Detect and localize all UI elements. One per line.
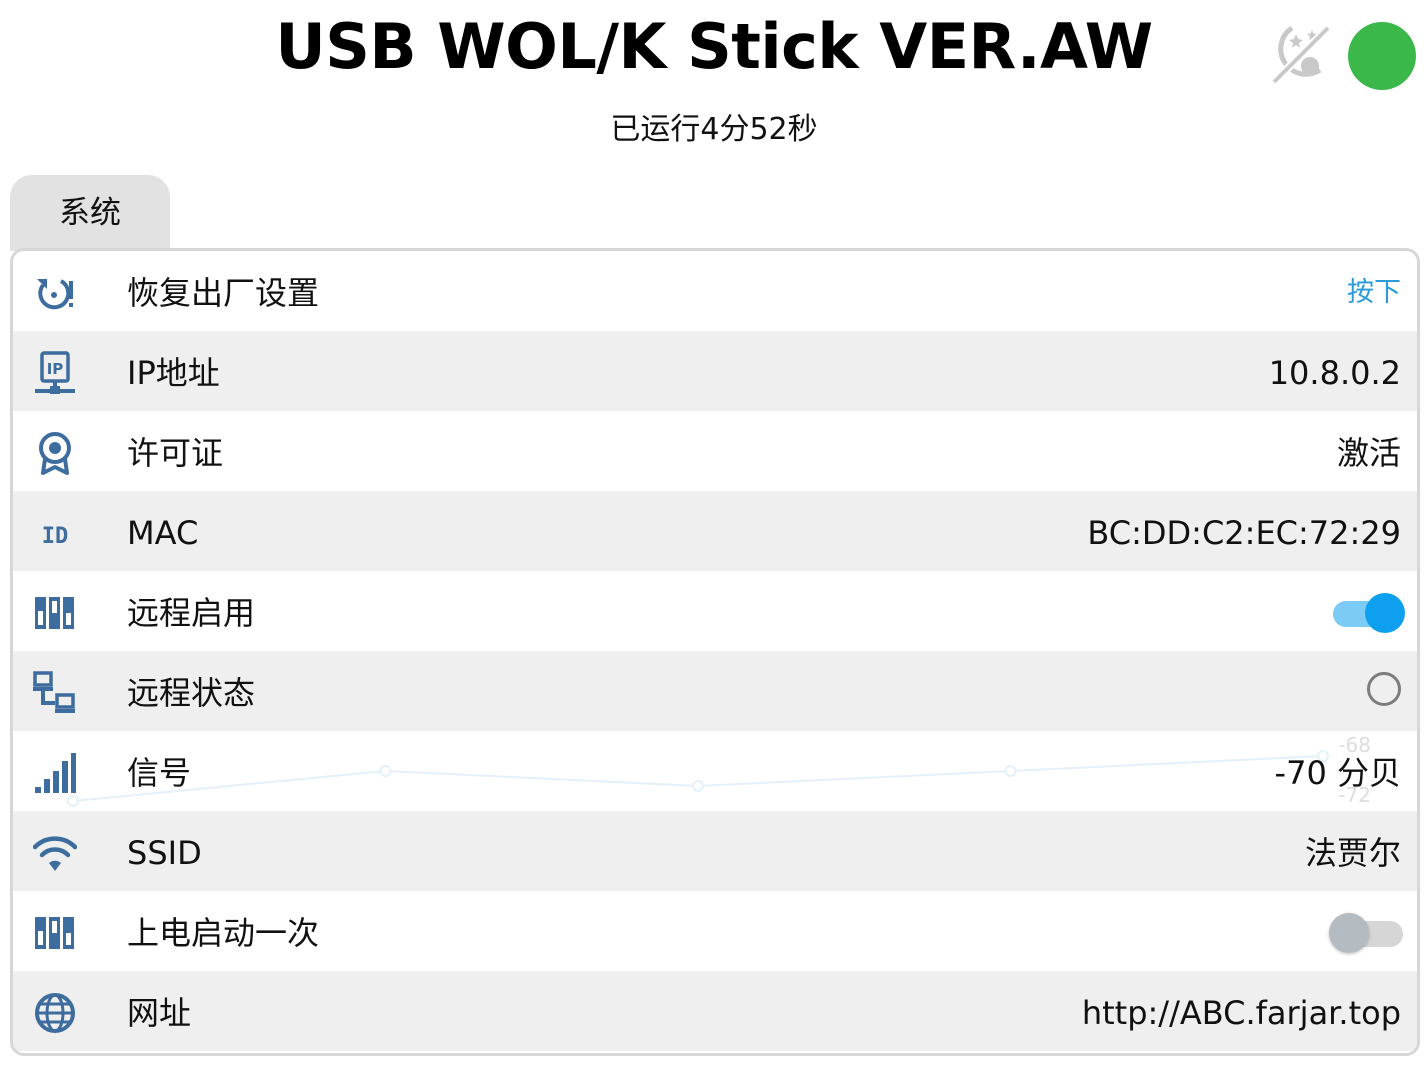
remote-status-indicator <box>1367 672 1401 706</box>
mac-value: BC:DD:C2:EC:72:29 <box>1087 514 1401 552</box>
sparkline-point <box>1004 765 1017 777</box>
night-mode-off-icon[interactable] <box>1266 20 1336 90</box>
sparkline-point <box>67 795 79 807</box>
header: USB WOL/K Stick VER.AW 已运行4分52秒 <box>0 0 1428 170</box>
row-factory-reset: 恢复出厂设置 按下 <box>13 251 1417 331</box>
row-label: IP地址 <box>127 354 220 392</box>
row-label: 网址 <box>127 994 192 1032</box>
id-icon: ID <box>33 511 77 555</box>
svg-text:ID: ID <box>42 524 69 549</box>
ip-address-value: 10.8.0.2 <box>1268 354 1401 392</box>
row-label: SSID <box>127 834 202 872</box>
row-ip-address: IP IP地址 10.8.0.2 <box>13 331 1417 411</box>
row-label: 信号 <box>127 754 192 792</box>
signal-bars-icon <box>33 751 77 795</box>
svg-text:IP: IP <box>47 360 64 378</box>
license-value: 激活 <box>1336 434 1401 472</box>
power-on-boot-toggle[interactable] <box>1329 913 1405 953</box>
row-remote-enable: 远程启用 <box>13 571 1417 651</box>
row-url: 网址 http://ABC.farjar.top <box>13 971 1417 1051</box>
toggle-knob <box>1365 593 1405 633</box>
row-license: 许可证 激活 <box>13 411 1417 491</box>
ip-network-icon: IP <box>33 351 77 395</box>
signal-value: -70 分贝 <box>1274 754 1401 792</box>
row-signal: -68 -72 信号 -70 分贝 <box>13 731 1417 811</box>
settings-panel: 恢复出厂设置 按下 IP IP地址 10.8.0.2 许可证 激活 ID MAC… <box>10 248 1420 1056</box>
row-label: 远程状态 <box>127 674 256 712</box>
factory-reset-button[interactable]: 按下 <box>1347 251 1401 335</box>
page-title: USB WOL/K Stick VER.AW <box>275 10 1153 83</box>
row-label: 上电启动一次 <box>127 914 320 952</box>
certificate-icon <box>33 431 77 475</box>
row-label: 远程启用 <box>127 594 256 632</box>
row-label: 许可证 <box>127 434 224 472</box>
tab-system[interactable]: 系统 <box>10 175 170 251</box>
row-mac: ID MAC BC:DD:C2:EC:72:29 <box>13 491 1417 571</box>
connection-status-dot <box>1348 22 1416 90</box>
panel-icon <box>33 591 77 635</box>
toggle-knob <box>1329 913 1369 953</box>
signal-sparkline <box>67 750 1329 807</box>
panel-icon <box>33 911 77 955</box>
row-power-on-boot: 上电启动一次 <box>13 891 1417 971</box>
sparkline-point <box>379 765 392 777</box>
sparkline-point <box>692 780 704 792</box>
row-ssid: SSID 法贾尔 <box>13 811 1417 891</box>
row-label: MAC <box>127 514 199 552</box>
globe-icon <box>33 991 77 1035</box>
wifi-icon <box>32 831 78 875</box>
reset-icon <box>33 271 77 315</box>
row-label: 恢复出厂设置 <box>127 274 320 312</box>
remote-enable-toggle[interactable] <box>1329 593 1405 633</box>
uptime-text: 已运行4分52秒 <box>610 112 818 147</box>
ssid-value: 法贾尔 <box>1304 834 1401 872</box>
row-remote-status: 远程状态 <box>13 651 1417 731</box>
url-value[interactable]: http://ABC.farjar.top <box>1082 971 1401 1053</box>
lan-icon <box>33 671 77 715</box>
